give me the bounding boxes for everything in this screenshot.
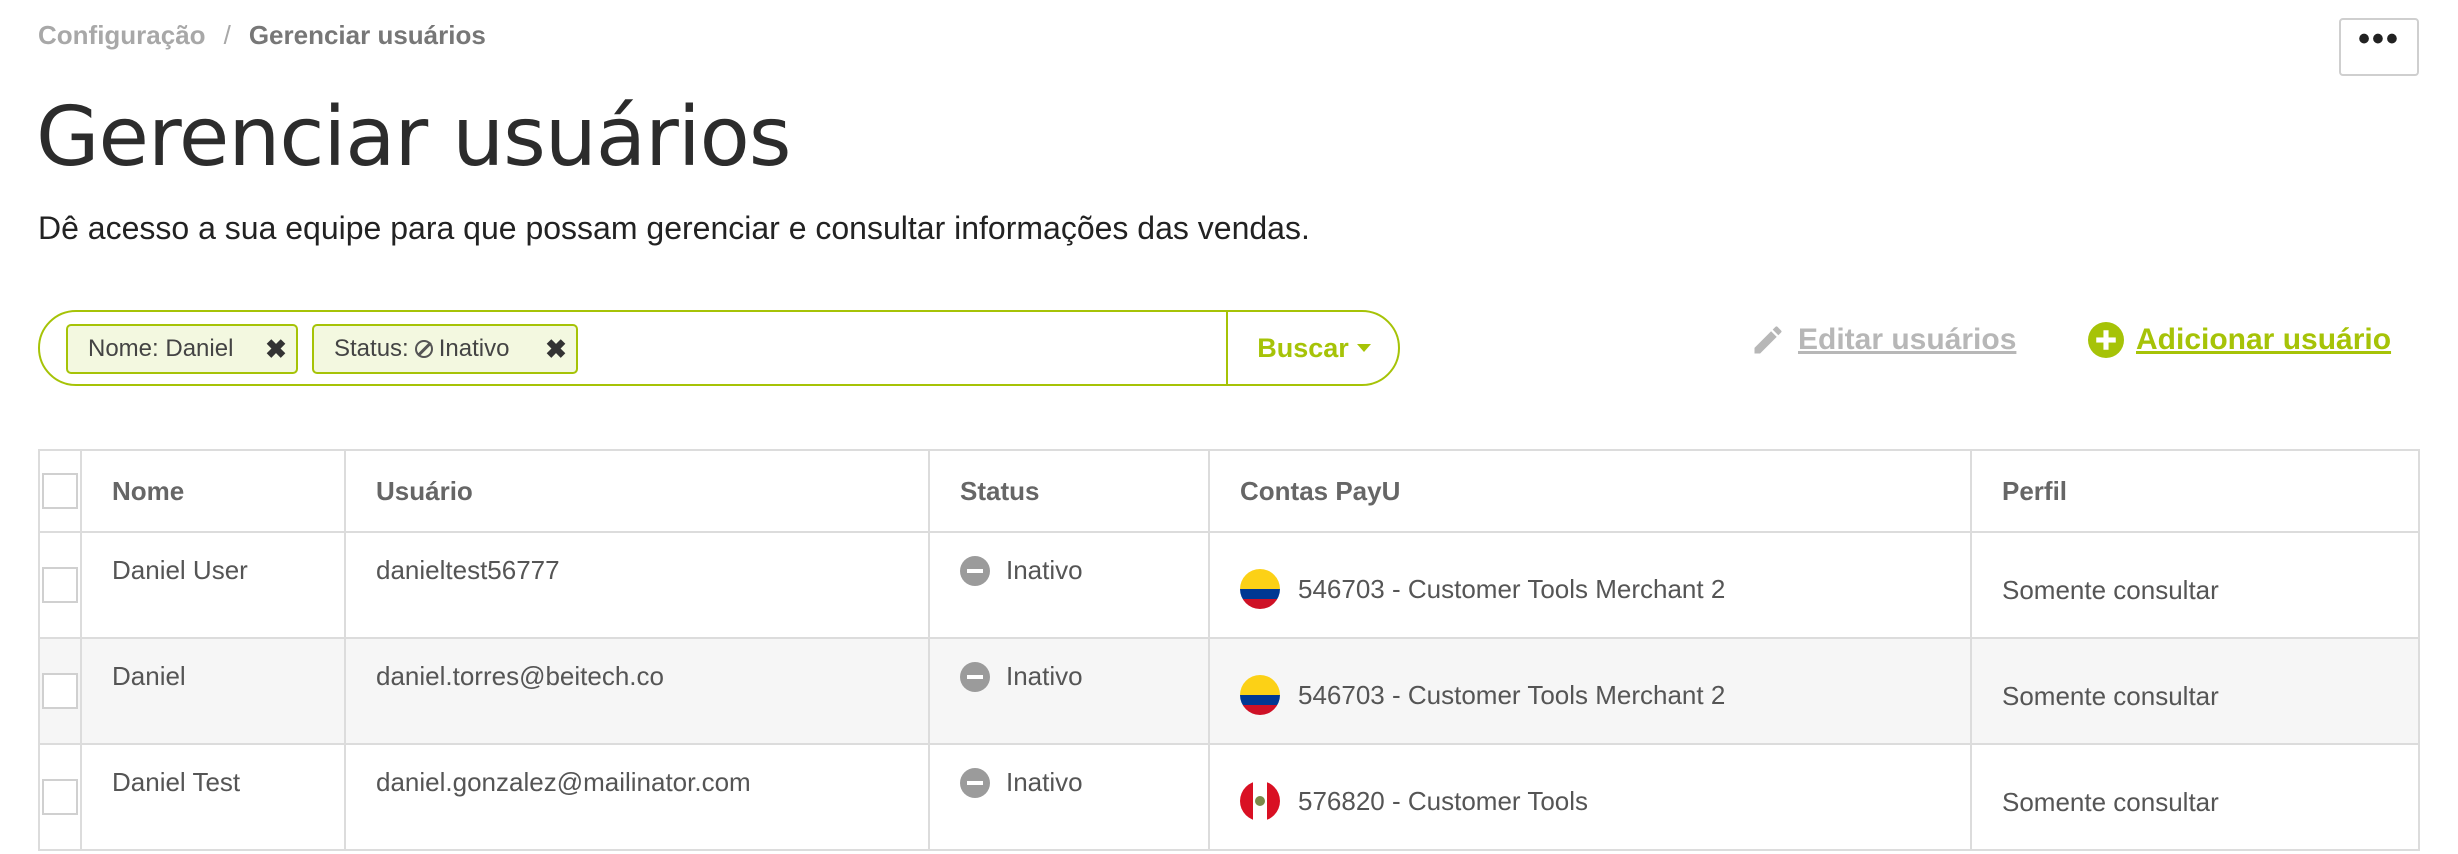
row-select-cell (38, 531, 82, 639)
breadcrumb-separator: / (223, 20, 231, 50)
select-all-cell (38, 449, 82, 533)
row-select-cell (38, 743, 82, 851)
breadcrumb: Configuração / Gerenciar usuários (38, 20, 486, 51)
minus-circle-icon (960, 767, 990, 798)
table-row[interactable]: Daniel User danieltest56777 Inativo 5467… (38, 531, 2420, 639)
more-options-button[interactable]: ••• (2339, 18, 2419, 76)
chevron-down-icon (1356, 344, 1371, 352)
user-login: daniel.torres@beitech.co (344, 637, 930, 745)
table-header-row: Nome Usuário Status Contas PayU Perfil (38, 449, 2420, 533)
profile-label: Somente consultar (1970, 531, 2420, 639)
account-label: 576820 - Customer Tools (1298, 785, 1589, 816)
user-name: Daniel (80, 637, 346, 745)
edit-users-link[interactable]: Editar usuários (1750, 322, 2016, 358)
edit-users-label: Editar usuários (1798, 323, 2017, 356)
account-label: 546703 - Customer Tools Merchant 2 (1298, 679, 1726, 710)
filter-chip-status-prefix: Status: (334, 335, 409, 362)
filter-chip-status: Status: Inativo ✖ (312, 324, 578, 374)
filter-chip-status-label: Status: Inativo (314, 335, 536, 363)
column-header-usuario[interactable]: Usuário (344, 449, 930, 533)
status-cell: Inativo (928, 531, 1210, 639)
table-row[interactable]: Daniel daniel.torres@beitech.co Inativo … (38, 637, 2420, 745)
status-label: Inativo (1006, 767, 1083, 797)
add-user-link[interactable]: Adicionar usuário (2088, 322, 2391, 358)
status-cell: Inativo (928, 637, 1210, 745)
status-cell: Inativo (928, 743, 1210, 851)
users-table: Nome Usuário Status Contas PayU Perfil D… (38, 449, 2420, 851)
column-header-perfil[interactable]: Perfil (1970, 449, 2420, 533)
user-name: Daniel User (80, 531, 346, 639)
account-label: 546703 - Customer Tools Merchant 2 (1298, 573, 1726, 604)
row-checkbox[interactable] (42, 567, 78, 603)
row-select-cell (38, 637, 82, 745)
account-cell: 546703 - Customer Tools Merchant 2 (1208, 637, 1972, 745)
search-dropdown-label: Buscar (1257, 332, 1349, 363)
page-title: Gerenciar usuários (36, 90, 792, 185)
add-user-label: Adicionar usuário (2136, 323, 2392, 356)
pencil-icon (1754, 326, 1782, 354)
colombia-flag-icon (1240, 675, 1280, 715)
filter-chip-name-label: Nome: Daniel (88, 335, 234, 362)
minus-circle-icon (960, 661, 990, 692)
profile-label: Somente consultar (1970, 743, 2420, 851)
ban-icon (414, 340, 433, 358)
colombia-flag-icon (1240, 569, 1280, 609)
search-dropdown-button[interactable]: Buscar (1226, 312, 1400, 384)
status-label: Inativo (1006, 555, 1083, 585)
account-cell: 546703 - Customer Tools Merchant 2 (1208, 531, 1972, 639)
user-login: danieltest56777 (344, 531, 930, 639)
breadcrumb-current: Gerenciar usuários (248, 20, 486, 50)
page-subtitle: Dê acesso a sua equipe para que possam g… (38, 210, 1310, 246)
row-checkbox[interactable] (42, 673, 78, 709)
row-checkbox[interactable] (42, 779, 78, 815)
select-all-checkbox[interactable] (42, 473, 78, 509)
profile-label: Somente consultar (1970, 637, 2420, 745)
breadcrumb-link-configuracao[interactable]: Configuração (38, 20, 206, 50)
filter-chip-status-value: Inativo (438, 335, 510, 362)
status-label: Inativo (1006, 661, 1083, 691)
table-row[interactable]: Daniel Test daniel.gonzalez@mailinator.c… (38, 743, 2420, 851)
column-header-nome[interactable]: Nome (80, 449, 346, 533)
account-cell: 576820 - Customer Tools (1208, 743, 1972, 851)
minus-circle-icon (960, 555, 990, 586)
close-icon[interactable]: ✖ (536, 334, 576, 365)
plus-circle-icon (2088, 322, 2124, 358)
user-login: daniel.gonzalez@mailinator.com (344, 743, 930, 851)
ellipsis-icon: ••• (2358, 20, 2400, 58)
close-icon[interactable]: ✖ (256, 334, 296, 365)
peru-flag-icon (1240, 781, 1280, 821)
filter-search-bar[interactable]: Nome: Daniel ✖ Status: Inativo ✖ Buscar (38, 310, 1400, 386)
column-header-contas[interactable]: Contas PayU (1208, 449, 1972, 533)
column-header-status[interactable]: Status (928, 449, 1210, 533)
user-name: Daniel Test (80, 743, 346, 851)
filter-chip-name: Nome: Daniel ✖ (66, 324, 298, 374)
